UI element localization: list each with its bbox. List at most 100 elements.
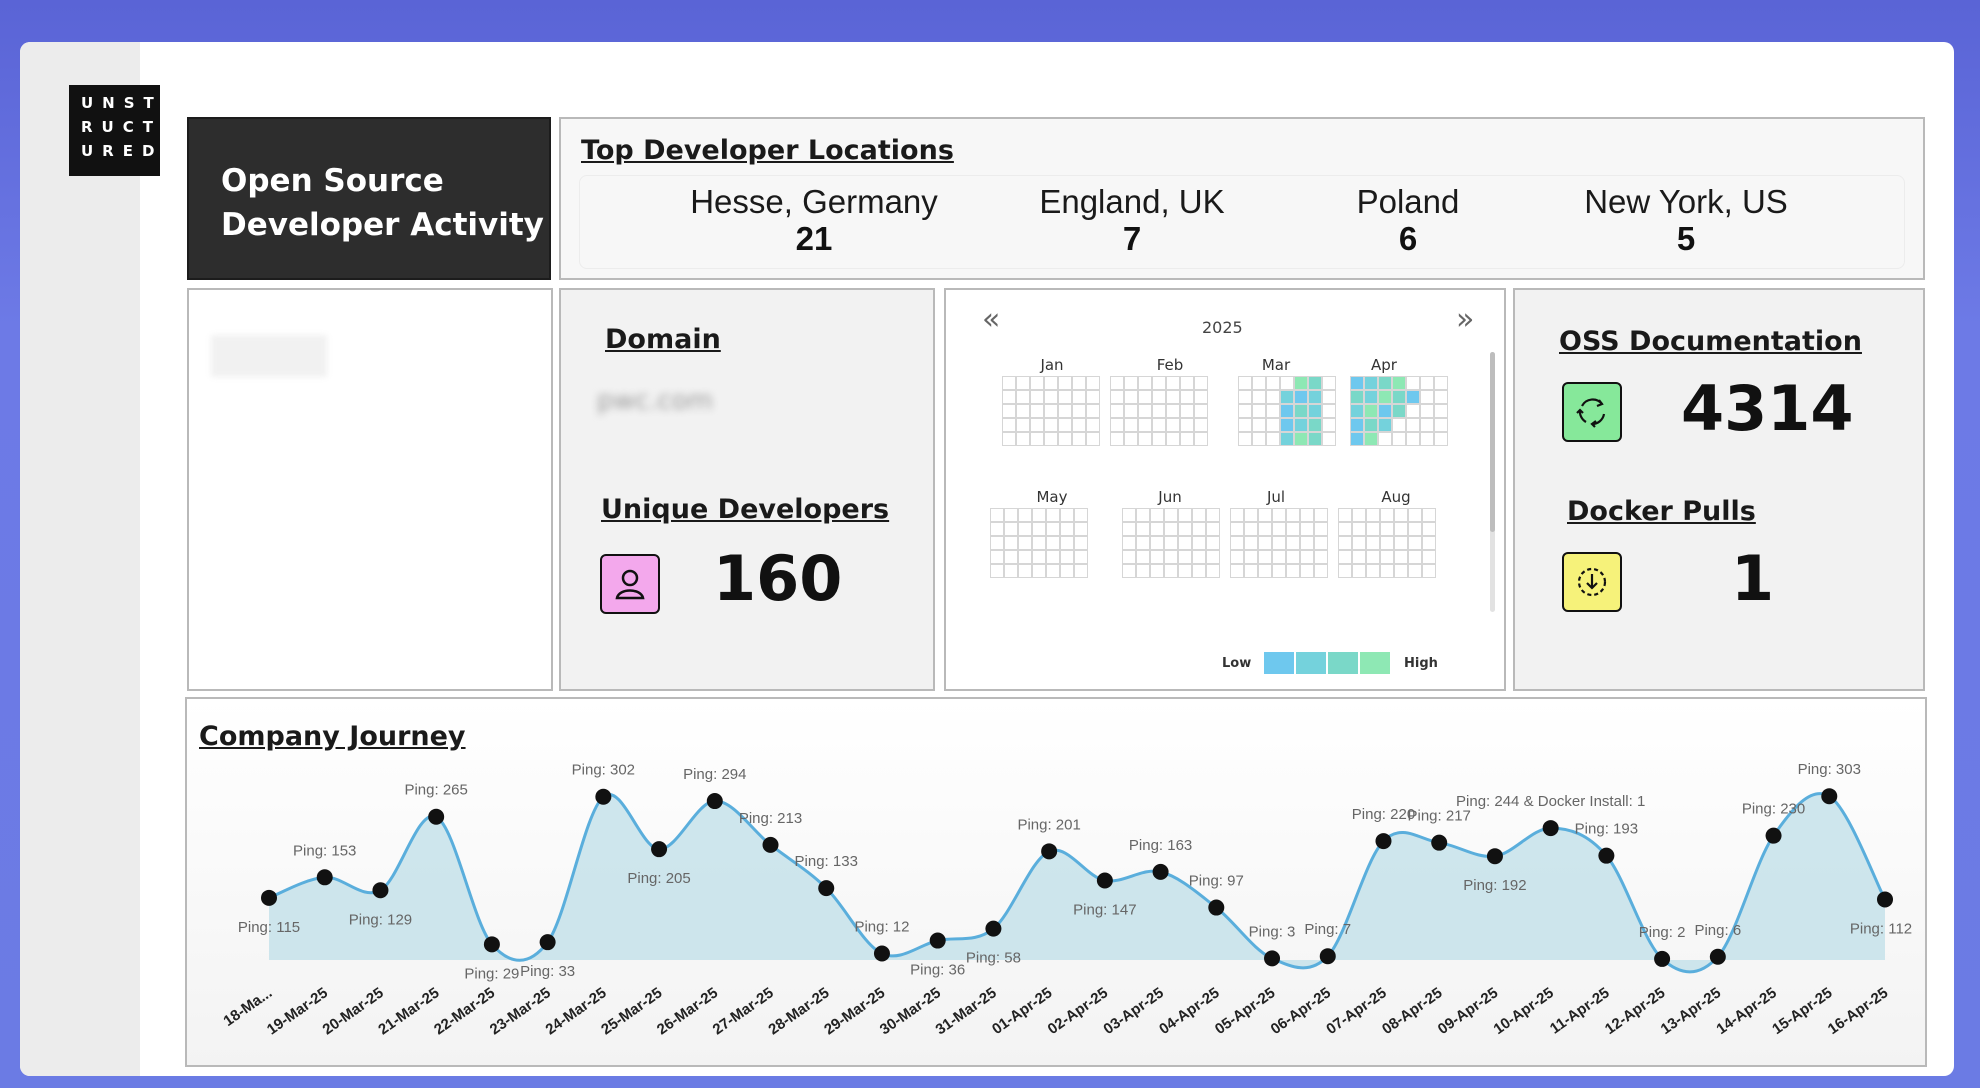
calendar-day-cell[interactable] (1300, 508, 1314, 522)
calendar-day-cell[interactable] (1016, 432, 1030, 446)
calendar-day-cell[interactable] (1322, 376, 1336, 390)
calendar-day-cell[interactable] (1030, 376, 1044, 390)
calendar-day-cell[interactable] (1338, 550, 1352, 564)
calendar-day-cell[interactable] (1030, 390, 1044, 404)
calendar-day-cell[interactable] (1124, 390, 1138, 404)
calendar-day-cell[interactable] (1238, 432, 1252, 446)
data-point[interactable] (1096, 872, 1113, 889)
calendar-day-cell[interactable] (1314, 522, 1328, 536)
data-point[interactable] (1152, 863, 1169, 880)
calendar-day-cell[interactable] (1230, 536, 1244, 550)
calendar-day-cell[interactable] (1002, 390, 1016, 404)
calendar-day-cell[interactable] (1192, 550, 1206, 564)
calendar-day-cell[interactable] (1194, 376, 1208, 390)
calendar-day-cell[interactable] (1166, 404, 1180, 418)
calendar-day-cell[interactable] (1434, 432, 1448, 446)
calendar-day-cell[interactable] (1338, 508, 1352, 522)
calendar-day-cell[interactable] (1166, 432, 1180, 446)
data-point[interactable] (1598, 847, 1615, 864)
data-point[interactable] (261, 889, 277, 906)
calendar-day-cell[interactable] (1180, 390, 1194, 404)
calendar-day-cell[interactable] (1178, 522, 1192, 536)
calendar-day-cell[interactable] (1408, 550, 1422, 564)
calendar-day-cell[interactable] (1032, 550, 1046, 564)
calendar-day-cell[interactable] (1286, 550, 1300, 564)
calendar-day-cell[interactable] (1408, 536, 1422, 550)
calendar-day-cell[interactable] (1420, 390, 1434, 404)
calendar-day-cell[interactable] (1046, 508, 1060, 522)
calendar-day-cell[interactable] (1152, 390, 1166, 404)
data-point[interactable] (1765, 827, 1782, 844)
calendar-day-cell[interactable] (1366, 536, 1380, 550)
calendar-day-cell[interactable] (1294, 390, 1308, 404)
calendar-day-cell[interactable] (1138, 390, 1152, 404)
calendar-day-cell[interactable] (1314, 536, 1328, 550)
calendar-day-cell[interactable] (1230, 522, 1244, 536)
calendar-day-cell[interactable] (1086, 432, 1100, 446)
calendar-day-cell[interactable] (1308, 404, 1322, 418)
calendar-day-cell[interactable] (1322, 432, 1336, 446)
calendar-day-cell[interactable] (1350, 376, 1364, 390)
calendar-day-cell[interactable] (1058, 432, 1072, 446)
data-point[interactable] (1821, 788, 1838, 805)
calendar-day-cell[interactable] (1280, 432, 1294, 446)
calendar-day-cell[interactable] (1280, 418, 1294, 432)
calendar-day-cell[interactable] (1252, 404, 1266, 418)
calendar-day-cell[interactable] (1244, 564, 1258, 578)
calendar-day-cell[interactable] (1300, 522, 1314, 536)
calendar-day-cell[interactable] (1258, 522, 1272, 536)
calendar-day-cell[interactable] (1422, 522, 1436, 536)
calendar-day-cell[interactable] (1110, 432, 1124, 446)
calendar-day-cell[interactable] (1086, 404, 1100, 418)
calendar-day-cell[interactable] (1280, 376, 1294, 390)
calendar-day-cell[interactable] (1422, 536, 1436, 550)
calendar-day-cell[interactable] (1394, 536, 1408, 550)
calendar-day-cell[interactable] (1004, 536, 1018, 550)
calendar-day-cell[interactable] (1192, 508, 1206, 522)
calendar-day-cell[interactable] (1380, 522, 1394, 536)
data-point[interactable] (1208, 899, 1225, 916)
calendar-day-cell[interactable] (1164, 564, 1178, 578)
calendar-day-cell[interactable] (1004, 508, 1018, 522)
calendar-day-cell[interactable] (1422, 564, 1436, 578)
calendar-day-cell[interactable] (1194, 390, 1208, 404)
calendar-day-cell[interactable] (1314, 550, 1328, 564)
calendar-day-cell[interactable] (1086, 390, 1100, 404)
calendar-day-cell[interactable] (1300, 536, 1314, 550)
data-point[interactable] (1709, 948, 1726, 965)
calendar-day-cell[interactable] (1408, 564, 1422, 578)
calendar-day-cell[interactable] (1110, 376, 1124, 390)
calendar-day-cell[interactable] (1122, 536, 1136, 550)
calendar-day-cell[interactable] (1164, 522, 1178, 536)
calendar-day-cell[interactable] (1122, 564, 1136, 578)
calendar-day-cell[interactable] (1060, 522, 1074, 536)
data-point[interactable] (818, 880, 835, 897)
calendar-day-cell[interactable] (1364, 390, 1378, 404)
calendar-day-cell[interactable] (1004, 522, 1018, 536)
calendar-day-cell[interactable] (1058, 418, 1072, 432)
calendar-day-cell[interactable] (1152, 432, 1166, 446)
calendar-day-cell[interactable] (1058, 390, 1072, 404)
calendar-day-cell[interactable] (1394, 564, 1408, 578)
calendar-day-cell[interactable] (1016, 376, 1030, 390)
calendar-day-cell[interactable] (1266, 418, 1280, 432)
calendar-day-cell[interactable] (1252, 418, 1266, 432)
data-point[interactable] (706, 793, 723, 810)
calendar-day-cell[interactable] (1180, 432, 1194, 446)
calendar-day-cell[interactable] (1086, 418, 1100, 432)
calendar-day-cell[interactable] (1308, 390, 1322, 404)
calendar-day-cell[interactable] (1138, 404, 1152, 418)
calendar-day-cell[interactable] (1206, 508, 1220, 522)
calendar-day-cell[interactable] (990, 536, 1004, 550)
calendar-day-cell[interactable] (1350, 390, 1364, 404)
data-point[interactable] (1877, 891, 1893, 908)
calendar-day-cell[interactable] (1266, 432, 1280, 446)
calendar-day-cell[interactable] (1420, 404, 1434, 418)
calendar-day-cell[interactable] (1434, 390, 1448, 404)
calendar-day-cell[interactable] (1152, 418, 1166, 432)
calendar-day-cell[interactable] (1032, 564, 1046, 578)
calendar-day-cell[interactable] (1364, 418, 1378, 432)
calendar-day-cell[interactable] (1378, 432, 1392, 446)
calendar-day-cell[interactable] (1294, 432, 1308, 446)
calendar-day-cell[interactable] (1074, 536, 1088, 550)
